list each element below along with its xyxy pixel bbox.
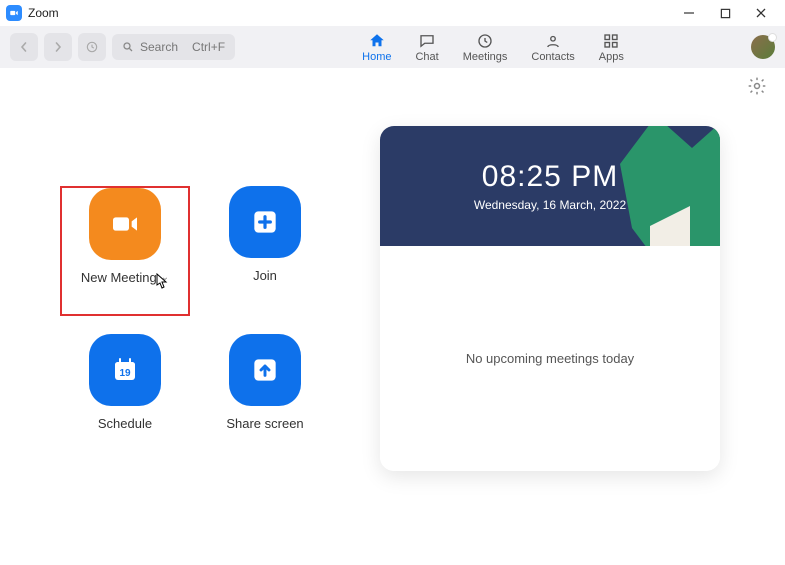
schedule-button[interactable]: 19 <box>89 334 161 406</box>
clock-banner: 08:25 PM Wednesday, 16 March, 2022 <box>380 126 720 246</box>
contacts-icon <box>544 32 562 50</box>
main-content: New Meeting ⌄ Join <box>0 96 785 471</box>
clock-date: Wednesday, 16 March, 2022 <box>474 198 626 212</box>
avatar[interactable] <box>751 35 775 59</box>
nav-tabs: Home Chat Meetings Contacts Apps <box>241 32 745 63</box>
tab-contacts[interactable]: Contacts <box>531 32 574 63</box>
title-bar: Zoom <box>0 0 785 26</box>
maximize-button[interactable] <box>707 0 743 26</box>
tab-label: Contacts <box>531 51 574 63</box>
search-input[interactable]: Search Ctrl+F <box>112 34 235 60</box>
tab-home[interactable]: Home <box>362 32 391 63</box>
home-icon <box>368 32 386 50</box>
upcoming-panel: 08:25 PM Wednesday, 16 March, 2022 No up… <box>380 126 720 471</box>
nav-back-button[interactable] <box>10 33 38 61</box>
search-icon <box>122 41 134 53</box>
join-cell: Join <box>200 186 330 316</box>
tab-apps[interactable]: Apps <box>599 32 624 63</box>
join-label: Join <box>253 268 277 283</box>
chevron-down-icon[interactable]: ⌄ <box>161 272 169 283</box>
new-meeting-cell: New Meeting ⌄ <box>60 186 190 316</box>
search-shortcut: Ctrl+F <box>192 40 225 54</box>
upload-icon <box>249 354 281 386</box>
apps-icon <box>602 32 620 50</box>
nav-forward-button[interactable] <box>44 33 72 61</box>
clock-icon <box>476 32 494 50</box>
tab-chat[interactable]: Chat <box>415 32 438 63</box>
video-icon <box>109 208 141 240</box>
toolbar: Search Ctrl+F Home Chat Meetings Conta <box>0 26 785 68</box>
new-meeting-label: New Meeting <box>81 270 157 285</box>
upcoming-empty-text: No upcoming meetings today <box>466 351 634 366</box>
plus-icon <box>249 206 281 238</box>
app-icon <box>6 5 22 21</box>
join-button[interactable] <box>229 186 301 258</box>
schedule-label: Schedule <box>98 416 152 431</box>
share-screen-cell: Share screen <box>200 334 330 464</box>
history-button[interactable] <box>78 33 106 61</box>
search-label: Search <box>140 40 178 54</box>
schedule-cell: 19 Schedule <box>60 334 190 464</box>
chat-icon <box>418 32 436 50</box>
svg-text:19: 19 <box>119 368 131 379</box>
tab-meetings[interactable]: Meetings <box>463 32 508 63</box>
share-screen-label: Share screen <box>226 416 303 431</box>
share-screen-button[interactable] <box>229 334 301 406</box>
tab-label: Meetings <box>463 51 508 63</box>
new-meeting-button[interactable] <box>89 188 161 260</box>
settings-button[interactable] <box>747 76 767 96</box>
calendar-icon: 19 <box>109 354 141 386</box>
minimize-button[interactable] <box>671 0 707 26</box>
tab-label: Home <box>362 51 391 63</box>
close-button[interactable] <box>743 0 779 26</box>
clock-time: 08:25 PM <box>482 160 618 194</box>
action-grid: New Meeting ⌄ Join <box>60 126 340 471</box>
tab-label: Chat <box>415 51 438 63</box>
tab-label: Apps <box>599 51 624 63</box>
window-title: Zoom <box>28 6 59 20</box>
